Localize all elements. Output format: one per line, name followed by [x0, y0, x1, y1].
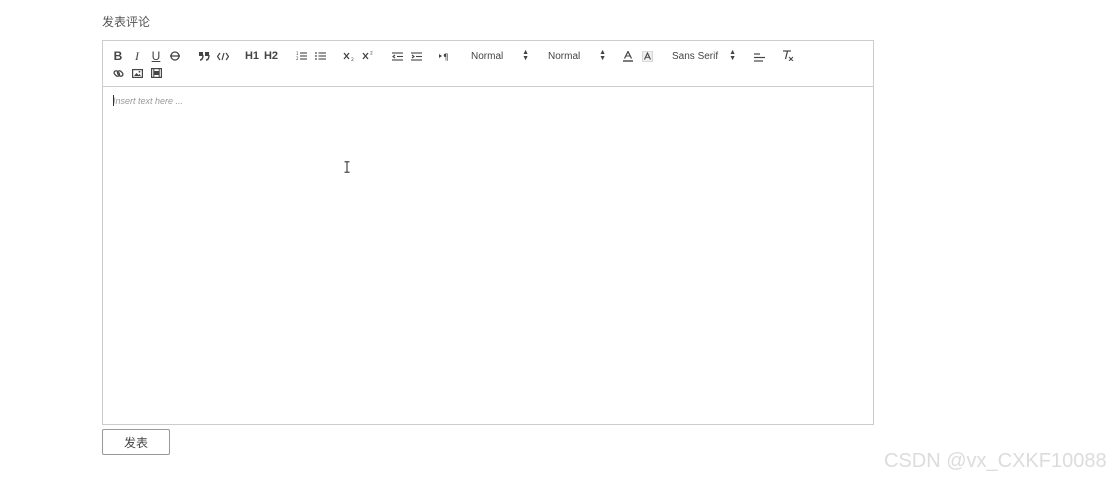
svg-text:2: 2: [370, 51, 373, 57]
italic-button[interactable]: I: [130, 49, 144, 63]
video-icon: [150, 68, 162, 78]
header1-button[interactable]: H1: [244, 49, 260, 63]
clean-format-icon: [783, 49, 794, 61]
image-button[interactable]: [130, 66, 144, 80]
text-cursor-icon: [344, 161, 350, 173]
svg-text:2: 2: [351, 57, 354, 61]
ordered-list-icon: 12: [296, 51, 307, 61]
header-picker-label: Normal: [548, 50, 581, 62]
font-picker-label: Sans Serif: [672, 50, 719, 62]
outdent-icon: [391, 51, 403, 61]
clean-format-button[interactable]: [781, 48, 795, 62]
color-icon: [623, 50, 633, 62]
bullet-list-icon: [314, 52, 326, 60]
background-icon: [641, 50, 653, 62]
strike-button[interactable]: [168, 49, 182, 63]
section-title: 发表评论: [102, 15, 151, 29]
blockquote-button[interactable]: [197, 49, 211, 63]
editor-toolbar: B I U H1 H2 12 2 2 ¶ Normal ▲ ▼ Normal ▲…: [103, 41, 873, 87]
font-picker[interactable]: Sans Serif ▲ ▼: [672, 49, 736, 63]
outdent-button[interactable]: [390, 49, 404, 63]
blockquote-icon: [198, 51, 210, 61]
ordered-list-button[interactable]: 12: [294, 49, 308, 63]
rtl-direction-icon: ¶: [439, 53, 449, 61]
image-icon: [131, 68, 143, 78]
size-picker-label: Normal: [471, 50, 504, 62]
bullet-list-button[interactable]: [313, 49, 327, 63]
header2-label: H2: [263, 49, 279, 62]
indent-icon: [410, 51, 422, 61]
code-block-icon: [217, 52, 229, 60]
header-picker-caret-icon: ▲ ▼: [599, 49, 606, 62]
header2-button[interactable]: H2: [263, 49, 279, 63]
subscript-button[interactable]: 2: [342, 49, 356, 63]
font-picker-caret-icon: ▲ ▼: [729, 49, 736, 62]
superscript-button[interactable]: 2: [361, 48, 375, 62]
bold-button[interactable]: B: [111, 49, 125, 63]
watermark: CSDN @vx_CXKF10088: [884, 450, 1107, 472]
text-caret: [113, 95, 114, 106]
header1-label: H1: [244, 49, 260, 62]
submit-comment-button[interactable]: 发表: [102, 429, 170, 455]
align-button[interactable]: [752, 50, 766, 64]
text-color-button[interactable]: [621, 49, 635, 63]
rich-text-editor: B I U H1 H2 12 2 2 ¶ Normal ▲ ▼ Normal ▲…: [102, 40, 874, 425]
editor-placeholder: Insert text here ...: [113, 96, 184, 106]
link-icon: [112, 69, 124, 77]
size-picker[interactable]: Normal ▲ ▼: [471, 49, 529, 63]
svg-text:2: 2: [296, 56, 299, 61]
indent-button[interactable]: [409, 49, 423, 63]
editor-content-area[interactable]: Insert text here ...: [103, 87, 873, 424]
header-picker[interactable]: Normal ▲ ▼: [548, 49, 606, 63]
rtl-direction-button[interactable]: ¶: [438, 49, 452, 63]
svg-text:¶: ¶: [443, 53, 449, 61]
link-button[interactable]: [111, 66, 125, 80]
align-icon: [753, 52, 765, 62]
strike-icon: [170, 51, 180, 61]
subscript-icon: 2: [343, 52, 354, 61]
underline-button[interactable]: U: [149, 49, 163, 63]
superscript-icon: 2: [362, 51, 373, 60]
video-button[interactable]: [149, 66, 163, 80]
background-color-button[interactable]: [640, 49, 654, 63]
size-picker-caret-icon: ▲ ▼: [522, 49, 529, 62]
code-block-button[interactable]: [216, 49, 230, 63]
